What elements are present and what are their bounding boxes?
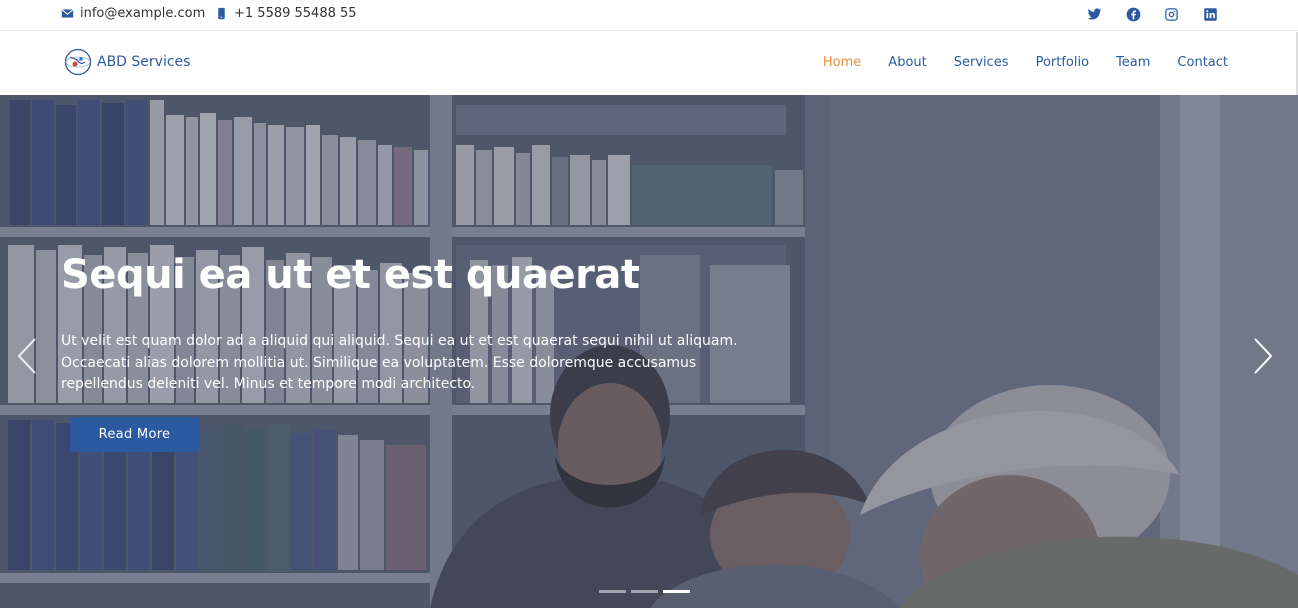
nav-services[interactable]: Services <box>954 55 1009 70</box>
chevron-left-icon <box>17 338 36 374</box>
facebook-icon[interactable] <box>1125 6 1141 22</box>
carousel-indicator[interactable] <box>631 590 658 593</box>
topbar: info@example.com +1 5589 55488 55 <box>0 0 1298 31</box>
phone-contact[interactable]: +1 5589 55488 55 <box>215 6 357 21</box>
hero-title: Sequi ea ut et est quaerat <box>61 252 640 298</box>
hero-description: Ut velit est quam dolor ad a aliquid qui… <box>61 333 738 392</box>
carousel-indicator-active[interactable] <box>663 590 690 593</box>
carousel-indicator[interactable] <box>599 590 626 593</box>
envelope-icon <box>61 7 74 20</box>
nav-team[interactable]: Team <box>1116 55 1150 70</box>
nav-about[interactable]: About <box>888 55 926 70</box>
nav-portfolio[interactable]: Portfolio <box>1036 55 1089 70</box>
read-more-button[interactable]: Read More <box>70 417 199 452</box>
linkedin-icon[interactable] <box>1202 6 1218 22</box>
site-header: ABD Services Home About Services Portfol… <box>0 32 1298 95</box>
main-nav: Home About Services Portfolio Team Conta… <box>796 55 1228 70</box>
chevron-right-icon <box>1254 338 1273 374</box>
globe-logo-icon <box>64 48 92 76</box>
hero-carousel: Sequi ea ut et est quaerat Ut velit est … <box>0 95 1298 608</box>
brand-name: ABD Services <box>97 54 191 70</box>
email-text: info@example.com <box>80 6 206 21</box>
twitter-icon[interactable] <box>1086 6 1102 22</box>
instagram-icon[interactable] <box>1163 6 1179 22</box>
phone-text: +1 5589 55488 55 <box>234 6 357 21</box>
carousel-indicators <box>599 590 690 593</box>
carousel-next-button[interactable] <box>1249 337 1277 375</box>
nav-contact[interactable]: Contact <box>1177 55 1228 70</box>
email-contact[interactable]: info@example.com <box>61 6 205 21</box>
brand-logo[interactable]: ABD Services <box>64 48 190 76</box>
nav-home[interactable]: Home <box>823 55 861 70</box>
carousel-prev-button[interactable] <box>13 337 41 375</box>
phone-icon <box>215 7 228 20</box>
